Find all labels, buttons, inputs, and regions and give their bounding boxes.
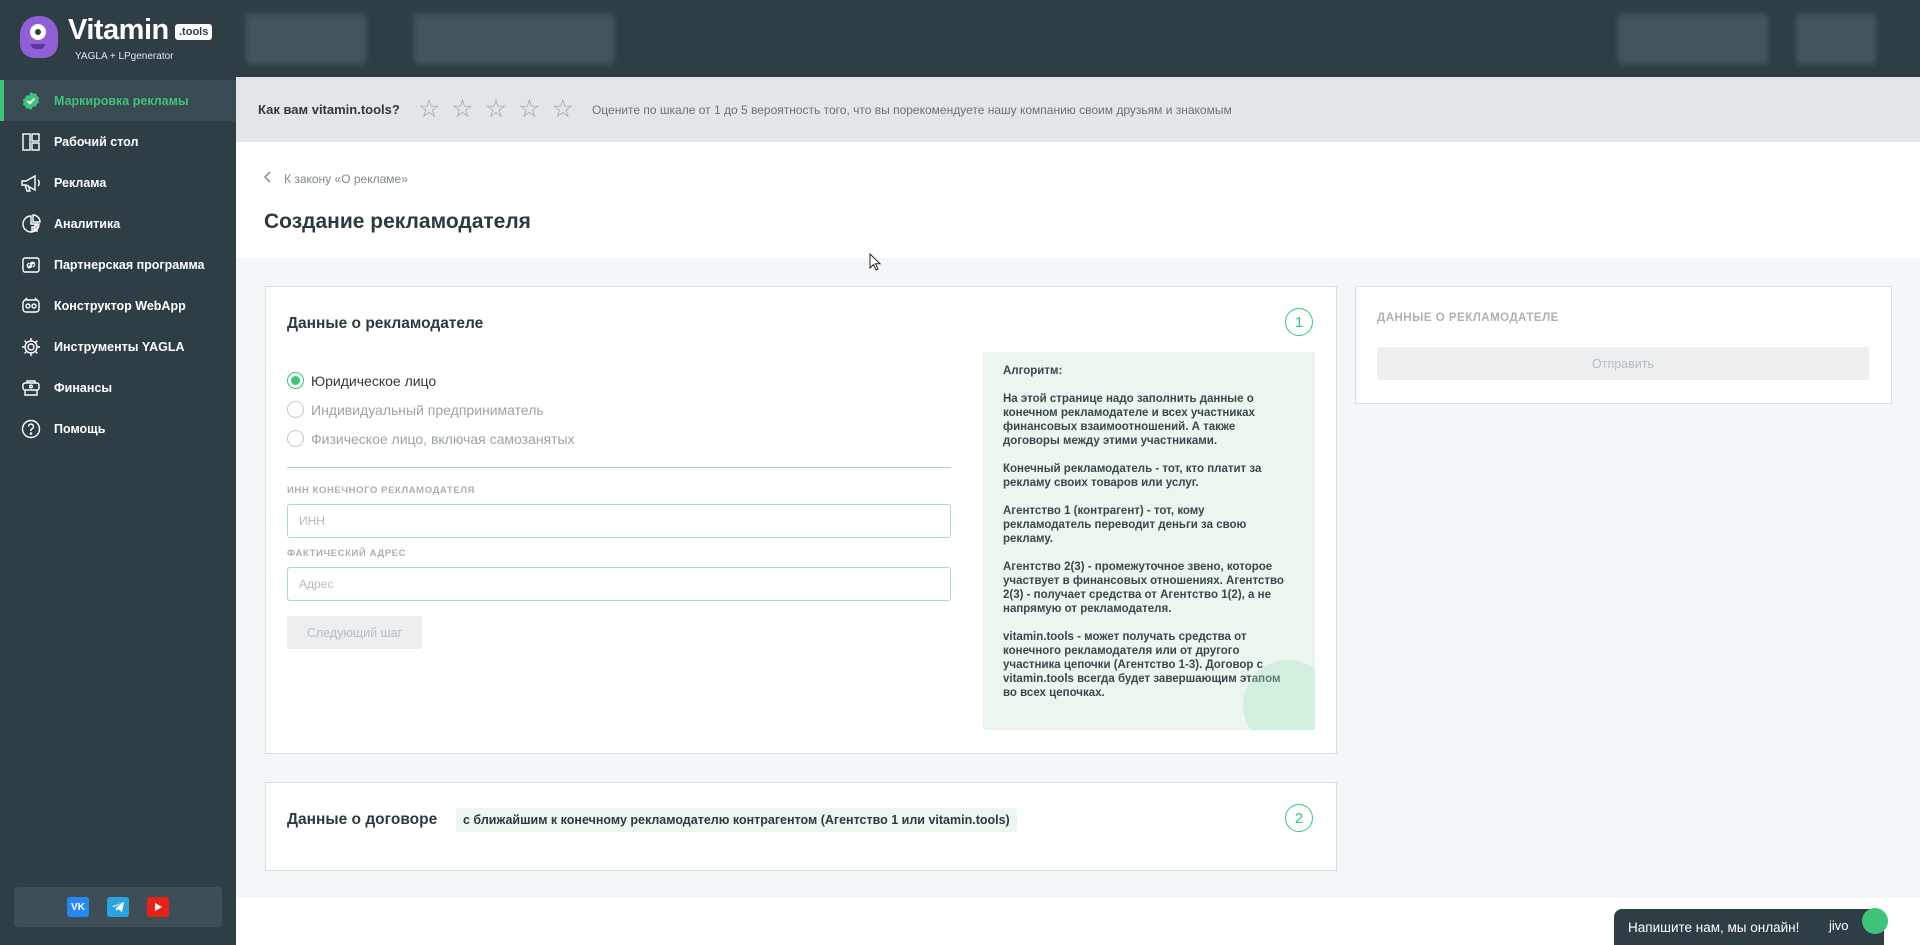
star-icon[interactable]: ☆ xyxy=(418,97,440,122)
radio-label: Юридическое лицо xyxy=(311,372,437,389)
contract-card-title: Данные о договоре xyxy=(287,811,438,828)
logo[interactable]: Vitamin .tools YAGLA + LPgenerator xyxy=(20,14,220,64)
chat-widget[interactable]: Напишите нам, мы онлайн! jivo xyxy=(1614,908,1888,945)
sidebar-item-label: Финансы xyxy=(54,380,113,395)
top-bar xyxy=(236,0,1920,77)
radio-label: Индивидуальный предприниматель xyxy=(311,401,544,418)
sidebar-item-webapp[interactable]: Конструктор WebApp xyxy=(0,285,236,326)
page-header: К закону «О рекламе» Создание рекламодат… xyxy=(236,142,1920,258)
contract-card-tag: с ближайшим к конечному рекламодателю ко… xyxy=(456,808,1017,832)
check-badge-icon xyxy=(20,90,42,112)
summary-card: ДАННЫЕ О РЕКЛАМОДАТЕЛЕ Отправить xyxy=(1355,286,1892,404)
send-button[interactable]: Отправить xyxy=(1377,347,1869,380)
sidebar-item-label: Помощь xyxy=(54,421,106,436)
star-icon[interactable]: ☆ xyxy=(518,97,540,122)
megaphone-icon xyxy=(20,172,42,194)
telegram-icon[interactable] xyxy=(107,897,129,917)
algorithm-title: Алгоритм: xyxy=(1003,365,1063,377)
chat-status-icon xyxy=(1862,908,1888,934)
radio-individual[interactable]: Физическое лицо, включая самозанятых xyxy=(287,430,575,447)
sidebar-item-yagla-tools[interactable]: Инструменты YAGLA xyxy=(0,326,236,367)
dashboard-icon xyxy=(20,131,42,153)
advertiser-card: Данные о рекламодателе 1 Юридическое лиц… xyxy=(265,286,1337,754)
algorithm-panel: Алгоритм: На этой странице надо заполнит… xyxy=(983,352,1315,730)
sidebar-item-label: Аналитика xyxy=(54,216,121,231)
sidebar-item-label: Рабочий стол xyxy=(54,134,139,149)
sidebar-item-analytics[interactable]: Аналитика xyxy=(0,203,236,244)
sidebar: Vitamin .tools YAGLA + LPgenerator Марки… xyxy=(0,0,236,945)
sidebar-item-label: Конструктор WebApp xyxy=(54,298,186,313)
address-label: ФАКТИЧЕСКИЙ АДРЕС xyxy=(287,548,407,559)
vk-icon[interactable]: VK xyxy=(67,897,89,917)
gear-icon xyxy=(20,336,42,358)
logo-title: Vitamin xyxy=(68,14,169,46)
sidebar-item-label: Партнерская программа xyxy=(54,257,205,272)
analytics-icon xyxy=(20,213,42,235)
rating-hint: Оцените по шкале от 1 до 5 вероятность т… xyxy=(591,102,1232,117)
sidebar-item-label: Реклама xyxy=(54,175,107,190)
radio-legal-entity[interactable]: Юридическое лицо xyxy=(287,372,436,389)
sidebar-item-finance[interactable]: Финансы xyxy=(0,367,236,408)
star-icon[interactable]: ☆ xyxy=(552,97,574,122)
wallet-icon xyxy=(20,377,42,399)
star-icon[interactable]: ☆ xyxy=(485,97,507,122)
rating-question: Как вам vitamin.tools? xyxy=(258,102,400,117)
next-step-button[interactable]: Следующий шаг xyxy=(287,616,422,649)
blurred-area xyxy=(1796,14,1876,64)
mascot-icon xyxy=(20,16,58,58)
sidebar-item-desktop[interactable]: Рабочий стол xyxy=(0,121,236,162)
radio-button[interactable] xyxy=(287,430,304,447)
address-input[interactable] xyxy=(287,567,951,601)
blurred-area xyxy=(414,14,614,64)
logo-subtitle: YAGLA + LPgenerator xyxy=(75,51,174,62)
radio-button[interactable] xyxy=(287,401,304,418)
page-title: Создание рекламодателя xyxy=(264,210,531,233)
back-link[interactable]: К закону «О рекламе» xyxy=(263,171,408,186)
webapp-icon xyxy=(20,295,42,317)
radio-entrepreneur[interactable]: Индивидуальный предприниматель xyxy=(287,401,544,418)
divider xyxy=(287,467,951,468)
advertiser-card-title: Данные о рекламодателе xyxy=(287,315,484,332)
inn-label: ИНН КОНЕЧНОГО РЕКЛАМОДАТЕЛЯ xyxy=(287,485,475,496)
blurred-area xyxy=(1618,14,1768,64)
algorithm-paragraph: На этой странице надо заполнить данные о… xyxy=(1003,393,1255,448)
step-number: 2 xyxy=(1285,804,1313,832)
algorithm-paragraph: Агентство 1 (контрагент) - тот, кому рек… xyxy=(1003,505,1247,546)
rating-bar: Как вам vitamin.tools? ☆ ☆ ☆ ☆ ☆ Оцените… xyxy=(236,77,1920,142)
back-link-label: К закону «О рекламе» xyxy=(284,171,408,186)
logo-badge: .tools xyxy=(175,24,213,40)
sidebar-item-ad-marking[interactable]: Маркировка рекламы xyxy=(0,80,236,121)
youtube-icon[interactable] xyxy=(147,897,169,917)
inn-input[interactable] xyxy=(287,504,951,538)
sidebar-item-partner[interactable]: Партнерская программа xyxy=(0,244,236,285)
chat-brand: jivo xyxy=(1829,918,1849,933)
blurred-area xyxy=(246,14,366,64)
chat-text: Напишите нам, мы онлайн! xyxy=(1628,919,1800,935)
rating-stars: ☆ ☆ ☆ ☆ ☆ xyxy=(418,97,574,122)
social-links: VK xyxy=(14,887,222,927)
algorithm-paragraph: Конечный рекламодатель - тот, кто платит… xyxy=(1003,463,1262,490)
summary-card-title: ДАННЫЕ О РЕКЛАМОДАТЕЛЕ xyxy=(1377,312,1559,324)
chevron-left-icon xyxy=(263,171,272,186)
sidebar-item-label: Инструменты YAGLA xyxy=(54,339,185,354)
sidebar-nav: Маркировка рекламы Рабочий стол Реклама … xyxy=(0,80,236,449)
help-icon xyxy=(20,418,42,440)
sidebar-item-help[interactable]: Помощь xyxy=(0,408,236,449)
step-number: 1 xyxy=(1285,308,1313,336)
sidebar-item-label: Маркировка рекламы xyxy=(54,93,189,108)
link-icon xyxy=(20,254,42,276)
radio-button[interactable] xyxy=(287,372,304,389)
radio-label: Физическое лицо, включая самозанятых xyxy=(311,430,575,447)
contract-card[interactable]: Данные о договоре с ближайшим к конечном… xyxy=(265,782,1337,871)
algorithm-paragraph: Агентство 2(3) - промежуточное звено, ко… xyxy=(1003,561,1284,616)
star-icon[interactable]: ☆ xyxy=(451,97,473,122)
mouse-cursor-icon xyxy=(869,252,882,271)
sidebar-item-ads[interactable]: Реклама xyxy=(0,162,236,203)
